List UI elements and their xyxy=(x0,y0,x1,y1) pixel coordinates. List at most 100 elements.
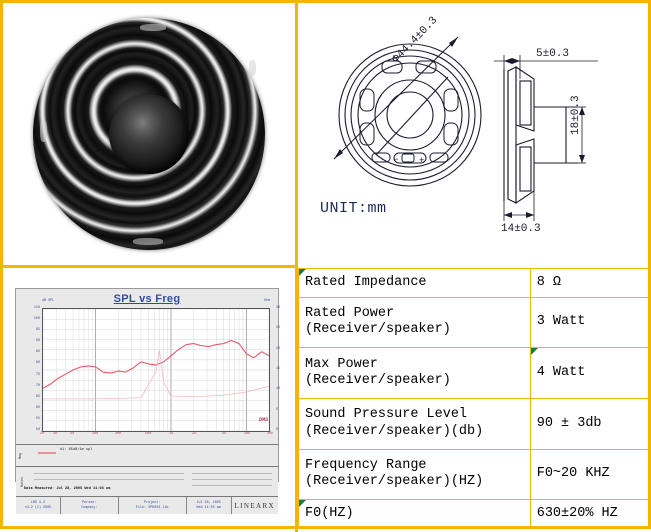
chart-x-tick: 20k xyxy=(266,432,274,436)
chart-title: SPL vs Freg xyxy=(113,293,181,305)
chart-y2-tick: 5 xyxy=(276,407,279,412)
chart-footer-cell: LMS 4.2 v4.2 (C) 2005 xyxy=(16,497,61,514)
spec-label-text: Rated Power xyxy=(305,306,395,322)
chart-footer-cell: Jul 28, 2005 Wed 11:04 am xyxy=(187,497,232,514)
footer-line-2: File: SPK003.lib xyxy=(135,505,169,510)
chart-y2-axis-ticks: 30 25 20 15 10 5 0 xyxy=(274,306,298,432)
diameter-dimension-label: Φ44.4±0.3 xyxy=(390,15,440,66)
note-rule xyxy=(192,473,272,474)
chart-y-tick: 100 xyxy=(33,317,40,322)
chart-x-tick: 30 xyxy=(53,432,58,436)
spec-value-text: F0~20 KHZ xyxy=(536,466,610,482)
note-rule xyxy=(34,473,184,474)
chart-y-tick: 85 xyxy=(35,350,40,355)
chart-x-axis-ticks: 20 30 50 100 200 500 1k 2k 5k 10k 20k xyxy=(39,432,274,440)
chart-x-tick: 10k xyxy=(244,432,251,436)
spec-value-text: 3 Watt xyxy=(536,314,586,330)
comment-flag-icon xyxy=(299,500,306,508)
legend-side-tag: Mag xyxy=(19,452,24,460)
chart-note-text: Data Measured: Jul 28, 2005 Wed 11:04 am xyxy=(24,487,111,491)
speaker-dimension-drawing: Φ44.4±0.3 5±0.3 18±0.3 14±0.3 − + xyxy=(333,15,598,235)
rim-highlight xyxy=(39,120,47,143)
spec-row: Max Power (Receiver/speaker) 4 Watt xyxy=(298,347,651,399)
rim-highlight xyxy=(132,238,163,246)
chart-y-tick: 65 xyxy=(35,394,40,399)
spec-label-subtext: (Receiver/speaker) xyxy=(305,322,451,338)
spec-value-cell: F0~20 KHZ xyxy=(529,448,651,501)
note-rule xyxy=(192,485,272,486)
rim-highlight xyxy=(248,59,256,76)
spec-value-cell: 4 Watt xyxy=(529,347,651,399)
height-dimension-label: 18±0.3 xyxy=(570,95,582,135)
spec-label-subtext: (Receiver/speaker)(HZ) xyxy=(305,474,484,490)
spec-row: Rated Impedance 8 Ω xyxy=(298,268,651,298)
chart-x-tick: 100 xyxy=(92,432,99,436)
spec-label-text: Sound Pressure Level xyxy=(305,407,468,423)
chart-watermark: DMS xyxy=(258,417,268,423)
spec-value-cell: 8 Ω xyxy=(529,268,651,298)
spec-value-cell: 630±20% HZ xyxy=(529,499,651,529)
chart-y-tick: 90 xyxy=(35,339,40,344)
spec-label-text: Frequency Range xyxy=(305,457,427,473)
spec-label-text: Rated Impedance xyxy=(305,274,427,290)
chart-y-tick: 110 xyxy=(33,306,40,310)
spec-row: Sound Pressure Level (Receiver/speaker)(d… xyxy=(298,397,651,450)
notes-side-tag: Notes xyxy=(21,476,26,488)
width-dimension-label: 14±0.3 xyxy=(501,223,541,235)
chart-x-tick: 50 xyxy=(70,432,75,436)
footer-line-2: Wed 11:04 am xyxy=(196,505,221,510)
linearx-logo: LINEARX xyxy=(234,501,276,510)
chart-footer-cell: Project: File: SPK003.lib xyxy=(119,497,187,514)
chart-series-spl xyxy=(43,339,269,389)
spec-value-text: 630±20% HZ xyxy=(536,505,618,521)
chart-footer-row: LMS 4.2 v4.2 (C) 2005 Person: Company: Proje… xyxy=(16,496,278,514)
footer-line-2: v4.2 (C) 2005 xyxy=(24,505,52,510)
chart-x-tick: 5k xyxy=(222,432,227,436)
speaker-photo-cell xyxy=(3,3,295,265)
spec-value-cell: 3 Watt xyxy=(529,296,651,349)
spec-label-cell: Rated Impedance xyxy=(298,268,531,298)
spec-row: F0(HZ) 630±20% HZ xyxy=(298,499,651,529)
spec-label-cell: Sound Pressure Level (Receiver/speaker)(d… xyxy=(298,397,531,450)
technical-drawing-cell: Φ44.4±0.3 5±0.3 18±0.3 14±0.3 − + UNIT:m… xyxy=(298,3,651,265)
chart-legend-row: Mag #1: 85dB/1m spl xyxy=(16,444,278,467)
chart-y2-tick: 20 xyxy=(276,346,281,351)
chart-y-tick: 60 xyxy=(35,405,40,410)
chart-y2-tick: 30 xyxy=(276,306,281,310)
chart-y-axis-ticks: 110 100 95 90 85 80 75 70 65 60 55 50 xyxy=(18,306,42,432)
spec-label-subtext: (Receiver/speaker) xyxy=(305,373,451,389)
chart-y-tick: 55 xyxy=(35,416,40,421)
chart-y-tick: 75 xyxy=(35,372,40,377)
chart-notes-row: Notes Data Measured: Jul 28, 2005 Wed 11… xyxy=(16,466,278,497)
chart-footer-cell: Person: Company: xyxy=(61,497,119,514)
note-rule xyxy=(192,479,272,480)
specification-table-cell: Rated Impedance 8 Ω Rated Power (Receiver/s… xyxy=(298,268,651,529)
spec-row: Frequency Range (Receiver/speaker)(HZ) F0~… xyxy=(298,448,651,501)
terminal-minus-label: − xyxy=(393,155,398,165)
chart-x-tick: 20 xyxy=(39,432,45,436)
terminal-plus-label: + xyxy=(419,156,424,166)
top-dimension-label: 5±0.3 xyxy=(536,48,569,60)
chart-y2-tick: 15 xyxy=(276,367,281,371)
chart-series-impedance xyxy=(43,349,269,400)
chart-x-tick: 2k xyxy=(191,432,197,436)
spec-value-cell: 90 ± 3db xyxy=(529,397,651,450)
legend-color-swatch xyxy=(38,452,56,454)
spec-label-cell: Frequency Range (Receiver/speaker)(HZ) xyxy=(298,448,531,501)
chart-x-tick: 200 xyxy=(114,432,122,436)
spec-value-text: 8 Ω xyxy=(536,274,562,290)
spec-label-cell: F0(HZ) xyxy=(298,499,531,529)
speaker-front-photo xyxy=(33,18,265,250)
spl-chart-cell: SPL vs Freg dB SPL Ohm 110 100 95 90 85 80 75 7… xyxy=(3,268,295,529)
chart-y2-tick: 0 xyxy=(276,428,279,432)
spec-label-cell: Max Power (Receiver/speaker) xyxy=(298,347,531,399)
spec-label-text: Max Power xyxy=(305,356,378,372)
chart-y2-tick: 25 xyxy=(276,326,281,331)
rim-highlight xyxy=(139,23,166,31)
spec-value-text: 4 Watt xyxy=(536,364,586,380)
chart-y-tick: 95 xyxy=(35,328,40,333)
spec-label-text: F0(HZ) xyxy=(305,505,354,521)
chart-y-axis-title: dB SPL xyxy=(42,299,55,303)
chart-y-tick: 80 xyxy=(35,361,40,366)
datasheet-page: Φ44.4±0.3 5±0.3 18±0.3 14±0.3 − + UNIT:m… xyxy=(0,0,651,532)
